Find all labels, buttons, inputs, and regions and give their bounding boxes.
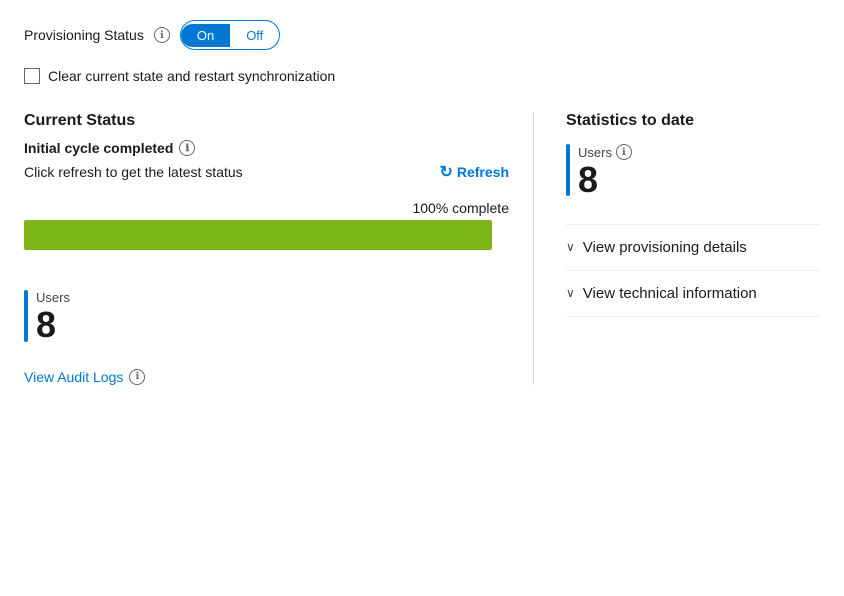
- statistics-users-block: Users ℹ 8: [566, 144, 820, 200]
- clear-state-row[interactable]: Clear current state and restart synchron…: [24, 68, 820, 84]
- status-label: Initial cycle completed: [24, 140, 173, 156]
- technical-info-label: View technical information: [583, 285, 757, 302]
- stats-users-label: Users ℹ: [578, 144, 632, 160]
- status-row: Initial cycle completed ℹ: [24, 140, 509, 156]
- current-status-title: Current Status: [24, 112, 509, 130]
- provisioning-status-label: Provisioning Status: [24, 27, 144, 43]
- refresh-button-label: Refresh: [457, 164, 509, 180]
- toggle-on-option[interactable]: On: [181, 24, 230, 47]
- refresh-row: Click refresh to get the latest status ↻…: [24, 162, 509, 182]
- main-layout: Current Status Initial cycle completed ℹ…: [24, 112, 820, 385]
- users-bar-accent-left: Users 8: [24, 290, 509, 345]
- users-info-left: Users 8: [36, 290, 70, 345]
- view-technical-information-item[interactable]: ∨ View technical information: [566, 270, 820, 317]
- provisioning-status-info-icon[interactable]: ℹ: [154, 27, 170, 43]
- progress-bar-fill: [24, 220, 492, 250]
- users-label-left: Users: [36, 290, 70, 305]
- users-stats-left: Users 8: [24, 290, 509, 345]
- current-status-section: Current Status Initial cycle completed ℹ…: [24, 112, 534, 385]
- provisioning-toggle[interactable]: On Off: [180, 20, 280, 50]
- refresh-hint: Click refresh to get the latest status: [24, 164, 243, 180]
- status-info-icon[interactable]: ℹ: [179, 140, 195, 156]
- refresh-button[interactable]: ↻ Refresh: [439, 162, 509, 182]
- clear-state-checkbox[interactable]: [24, 68, 40, 84]
- view-provisioning-details-item[interactable]: ∨ View provisioning details: [566, 224, 820, 270]
- view-audit-logs-link[interactable]: View Audit Logs: [24, 369, 123, 385]
- audit-logs-info-icon[interactable]: ℹ: [129, 369, 145, 385]
- provisioning-details-label: View provisioning details: [583, 239, 747, 256]
- stats-accent-bar: [566, 144, 570, 196]
- stats-users-count: 8: [578, 160, 632, 200]
- clear-state-label: Clear current state and restart synchron…: [48, 68, 335, 84]
- stats-users-info: Users ℹ 8: [578, 144, 632, 200]
- stats-users-info-icon[interactable]: ℹ: [616, 144, 632, 160]
- provisioning-status-row: Provisioning Status ℹ On Off: [24, 20, 820, 50]
- audit-link-row: View Audit Logs ℹ: [24, 369, 509, 385]
- technical-info-chevron-icon: ∨: [566, 286, 575, 300]
- provisioning-details-chevron-icon: ∨: [566, 240, 575, 254]
- users-accent-bar-left: [24, 290, 28, 342]
- refresh-icon: ↻: [439, 162, 452, 182]
- toggle-off-option[interactable]: Off: [230, 24, 279, 47]
- users-count-left: 8: [36, 305, 70, 345]
- statistics-section: Statistics to date Users ℹ 8 ∨ View prov…: [534, 112, 820, 385]
- progress-bar-background: [24, 220, 492, 250]
- progress-label: 100% complete: [24, 200, 509, 216]
- statistics-title: Statistics to date: [566, 112, 820, 130]
